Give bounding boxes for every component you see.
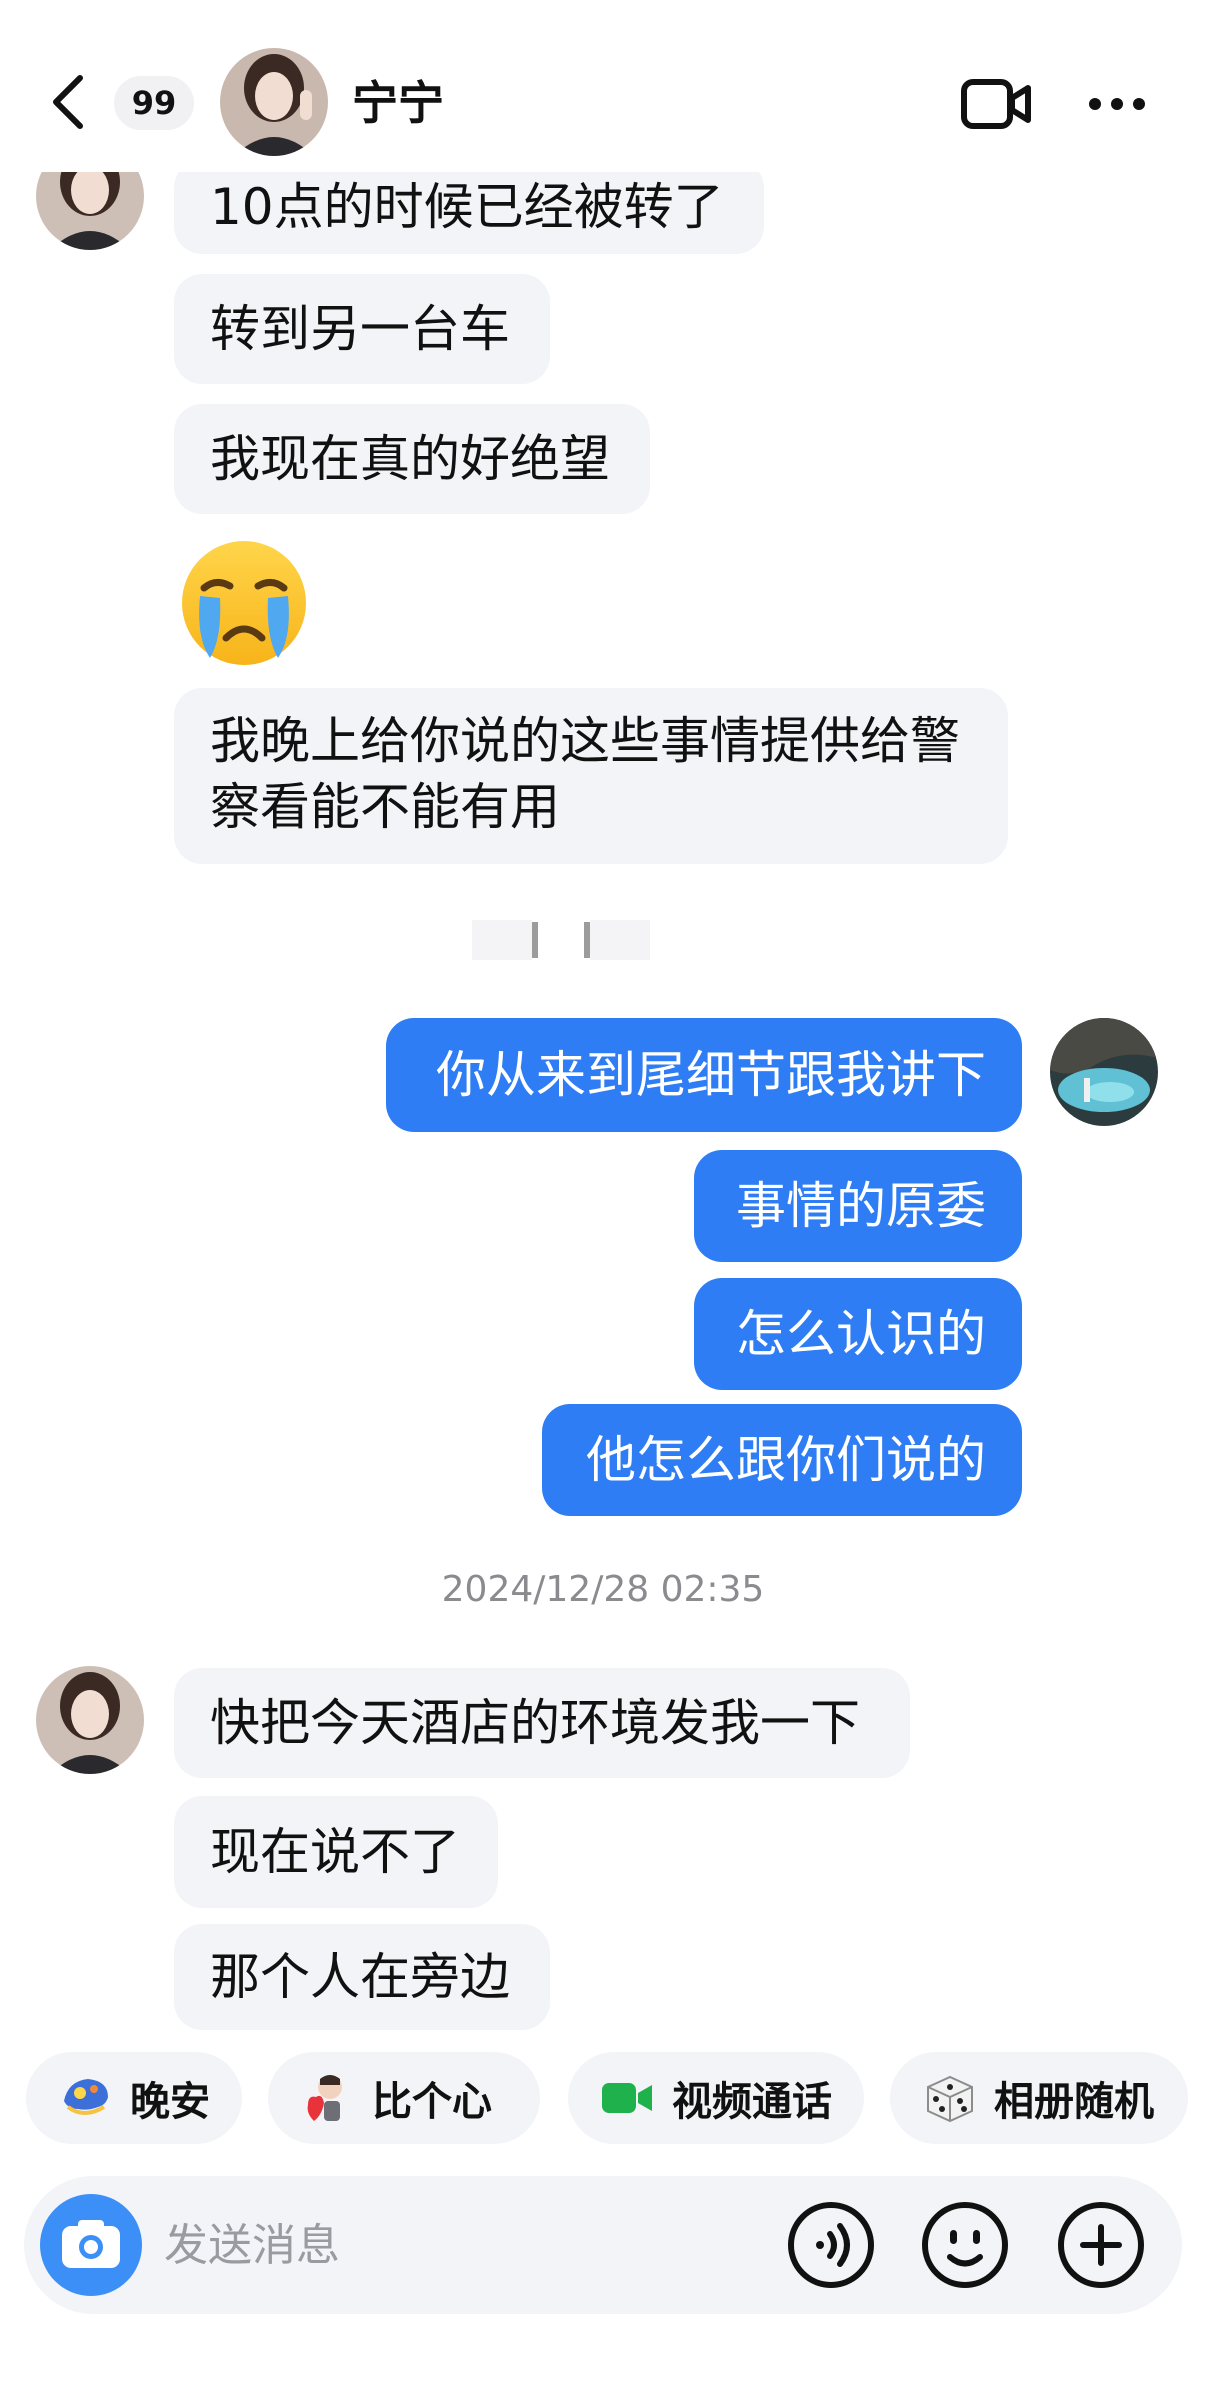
moon-sticker-icon (64, 2079, 108, 2115)
message-bubble-incoming[interactable]: 我现在真的好绝望 (174, 404, 650, 514)
chat-header: 99 宁宁 (0, 0, 1206, 172)
message-bubble-outgoing[interactable]: 怎么认识的 (694, 1278, 1022, 1390)
plus-icon[interactable] (1056, 2200, 1146, 2290)
camera-icon (62, 2220, 120, 2268)
contact-avatar-image (36, 1666, 144, 1774)
message-bubble-outgoing[interactable]: 你从来到尾细节跟我讲下 (386, 1018, 1022, 1132)
message-bubble-outgoing[interactable]: 事情的原委 (694, 1150, 1022, 1262)
divider-marks (472, 920, 650, 960)
quick-action-label: 比个心 (372, 2079, 492, 2125)
quick-action-send-heart[interactable]: 比个心 (268, 2052, 540, 2144)
camera-button[interactable] (40, 2194, 142, 2296)
video-call-icon (602, 2083, 652, 2113)
unread-count-badge[interactable]: 99 (114, 76, 194, 130)
quick-action-good-night[interactable]: 晚安 (26, 2052, 242, 2144)
message-bubble-incoming[interactable]: 10点的时候已经被转了 (174, 160, 764, 254)
message-timestamp: 2024/12/28 02:35 (441, 1569, 765, 1610)
contact-avatar-image (220, 48, 328, 156)
contact-name[interactable]: 宁宁 (352, 72, 444, 134)
voice-input-icon[interactable] (786, 2200, 876, 2290)
contact-avatar[interactable] (220, 48, 328, 156)
quick-action-label: 相册随机 (994, 2079, 1154, 2125)
dice-icon (927, 2075, 973, 2123)
message-input[interactable] (164, 2210, 764, 2280)
more-horizontal-icon[interactable] (1086, 90, 1148, 118)
message-composer (24, 2176, 1182, 2314)
emoji-icon[interactable] (920, 2200, 1010, 2290)
message-bubble-incoming[interactable]: 现在说不了 (174, 1796, 498, 1908)
message-bubble-incoming[interactable]: 那个人在旁边 (174, 1924, 550, 2030)
message-bubble-incoming[interactable]: 我晚上给你说的这些事情提供给警察看能不能有用 (174, 688, 1008, 864)
video-camera-icon[interactable] (960, 76, 1032, 132)
my-avatar-image (1050, 1018, 1158, 1126)
chevron-left-icon[interactable] (48, 72, 88, 132)
message-bubble-incoming[interactable]: 快把今天酒店的环境发我一下 (174, 1668, 910, 1778)
crying-face-emoji[interactable] (174, 538, 314, 668)
quick-action-label: 视频通话 (672, 2079, 832, 2125)
message-bubble-outgoing[interactable]: 他怎么跟你们说的 (542, 1404, 1022, 1516)
heart-sticker-icon (307, 2075, 342, 2121)
quick-actions-bar: 晚安 比个心 视频通话 相册随机 (0, 2052, 1206, 2144)
message-bubble-incoming[interactable]: 转到另一台车 (174, 274, 550, 384)
quick-action-label: 晚安 (130, 2079, 210, 2125)
my-avatar[interactable] (1050, 1018, 1158, 1126)
contact-avatar[interactable] (36, 1666, 144, 1774)
quick-action-random-album[interactable]: 相册随机 (890, 2052, 1188, 2144)
quick-action-video-call[interactable]: 视频通话 (568, 2052, 864, 2144)
